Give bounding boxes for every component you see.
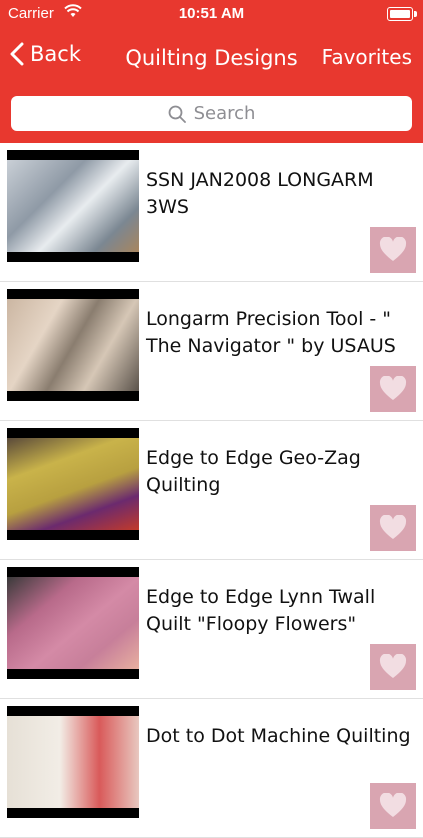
heart-icon [379, 654, 407, 678]
clock: 10:51 AM [178, 5, 245, 22]
list-item[interactable]: Dot to Dot Machine Quilting [0, 699, 423, 838]
favorite-button[interactable] [370, 366, 416, 412]
navigation-bar: Back Quilting Designs Favorites [0, 28, 423, 90]
video-thumbnail[interactable] [7, 567, 139, 679]
video-thumbnail[interactable] [7, 289, 139, 401]
video-title: Longarm Precision Tool - " The Navigator… [146, 308, 396, 357]
search-icon [168, 105, 186, 123]
status-bar: Carrier 10:51 AM [0, 0, 423, 28]
list-item[interactable]: Longarm Precision Tool - " The Navigator… [0, 282, 423, 421]
search-input[interactable]: Search [11, 96, 412, 131]
heart-icon [379, 515, 407, 539]
list-item[interactable]: SSN JAN2008 LONGARM 3WS [0, 143, 423, 282]
favorites-button[interactable]: Favorites [322, 45, 412, 69]
video-title: SSN JAN2008 LONGARM 3WS [146, 169, 374, 218]
favorite-button[interactable] [370, 227, 416, 273]
heart-icon [379, 237, 407, 261]
video-title: Dot to Dot Machine Quilting [146, 725, 411, 747]
app-header: Carrier 10:51 AM Back Quilting Designs F… [0, 0, 423, 143]
list-item[interactable]: Edge to Edge Lynn Twall Quilt "Floopy Fl… [0, 560, 423, 699]
search-placeholder: Search [193, 103, 256, 124]
heart-icon [379, 793, 407, 817]
video-thumbnail[interactable] [7, 428, 139, 540]
favorite-button[interactable] [370, 644, 416, 690]
video-title: Edge to Edge Geo-Zag Quilting [146, 447, 361, 496]
video-list: SSN JAN2008 LONGARM 3WS Longarm Precisio… [0, 143, 423, 838]
video-thumbnail[interactable] [7, 150, 139, 262]
favorite-button[interactable] [370, 505, 416, 551]
battery-icon [387, 7, 417, 21]
video-title: Edge to Edge Lynn Twall Quilt "Floopy Fl… [146, 586, 376, 635]
favorite-button[interactable] [370, 783, 416, 829]
heart-icon [379, 376, 407, 400]
video-thumbnail[interactable] [7, 706, 139, 818]
list-item[interactable]: Edge to Edge Geo-Zag Quilting [0, 421, 423, 560]
